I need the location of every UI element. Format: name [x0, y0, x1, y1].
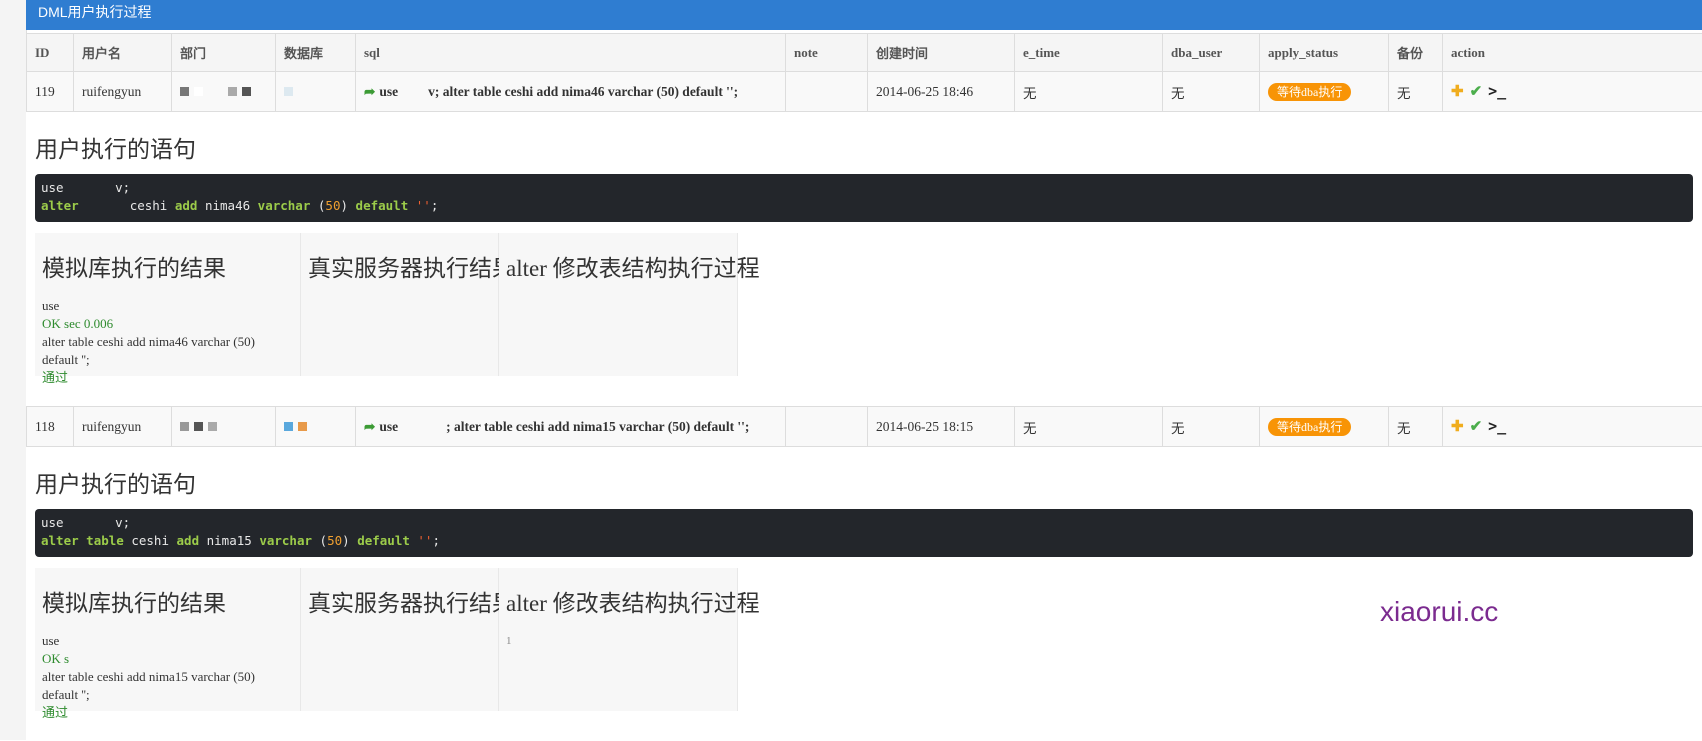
plus-icon[interactable]: ✚: [1451, 417, 1464, 436]
status-badge: 等待dba执行: [1268, 83, 1351, 101]
panel-title: 真实服务器执行结果: [308, 249, 491, 283]
left-sidebar: [0, 0, 27, 740]
col-action: action: [1443, 34, 1702, 72]
detail-heading: 用户执行的语句: [35, 465, 196, 499]
result-line: alter table ceshi add nima46 varchar (50…: [42, 333, 293, 369]
redacted-blocks: [284, 419, 312, 435]
row-status: 等待dba执行: [1260, 407, 1389, 447]
col-created: 创建时间: [868, 34, 1015, 72]
sim-result-panel: 模拟库执行的结果 use OK s alter table ceshi add …: [35, 568, 301, 711]
row-note: [786, 407, 868, 447]
row-etime: 无: [1015, 407, 1163, 447]
table-row[interactable]: 118 ruifengyun ➦use; alter table ceshi a…: [27, 407, 1702, 447]
row-created: 2014-06-25 18:46: [868, 72, 1015, 112]
result-line: use: [42, 632, 293, 650]
result-line: OK s: [42, 650, 293, 668]
col-sql: sql: [356, 34, 786, 72]
sql-code-block: use v; alter table ceshi add nima15 varc…: [35, 509, 1693, 557]
row-note: [786, 72, 868, 112]
row-created: 2014-06-25 18:15: [868, 407, 1015, 447]
dml-table: 118 ruifengyun ➦use; alter table ceshi a…: [26, 406, 1702, 447]
col-note: note: [786, 34, 868, 72]
alter-process-panel: alter 修改表结构执行过程: [499, 233, 738, 376]
result-panels: 模拟库执行的结果 use OK sec 0.006 alter table ce…: [35, 233, 738, 376]
col-apply-status: apply_status: [1260, 34, 1389, 72]
row-sql[interactable]: ➦use; alter table ceshi add nima15 varch…: [356, 407, 786, 447]
redo-arrow-icon: ➦: [364, 84, 375, 99]
redacted-blocks: [180, 84, 256, 100]
result-line: 通过: [42, 369, 293, 387]
table-row[interactable]: 119 ruifengyun ➦usev; alter table ceshi …: [27, 72, 1702, 112]
check-icon[interactable]: ✔: [1470, 417, 1483, 436]
check-icon[interactable]: ✔: [1470, 82, 1483, 101]
real-result-panel: 真实服务器执行结果: [301, 233, 499, 376]
detail-section: 用户执行的语句 use v; alter ceshi add nima46 va…: [26, 112, 1702, 406]
row-dba-user: 无: [1163, 407, 1260, 447]
row-dba-user: 无: [1163, 72, 1260, 112]
row-dept: [172, 407, 276, 447]
sim-result-panel: 模拟库执行的结果 use OK sec 0.006 alter table ce…: [35, 233, 301, 376]
row-action: ✚ ✔ >_: [1443, 72, 1702, 112]
row-backup: 无: [1389, 407, 1443, 447]
main-content: ID 用户名 部门 数据库 sql note 创建时间 e_time dba_u…: [26, 33, 1702, 741]
col-dept: 部门: [172, 34, 276, 72]
plus-icon[interactable]: ✚: [1451, 82, 1464, 101]
real-result-panel: 真实服务器执行结果: [301, 568, 499, 711]
sql-code-block: use v; alter ceshi add nima46 varchar (5…: [35, 174, 1693, 222]
panel-title: 模拟库执行的结果: [42, 249, 293, 283]
panel-title: 模拟库执行的结果: [42, 584, 293, 618]
panel-title: DML用户执行过程: [26, 0, 1702, 30]
row-status: 等待dba执行: [1260, 72, 1389, 112]
col-backup: 备份: [1389, 34, 1443, 72]
row-user: ruifengyun: [74, 72, 172, 112]
row-user: ruifengyun: [74, 407, 172, 447]
row-id: 119: [27, 72, 74, 112]
result-panels: 模拟库执行的结果 use OK s alter table ceshi add …: [35, 568, 738, 711]
col-db: 数据库: [276, 34, 356, 72]
col-dba-user: dba_user: [1163, 34, 1260, 72]
table-header: ID 用户名 部门 数据库 sql note 创建时间 e_time dba_u…: [27, 34, 1702, 72]
redacted-blocks: [284, 84, 298, 100]
redo-arrow-icon: ➦: [364, 419, 375, 434]
dml-table: ID 用户名 部门 数据库 sql note 创建时间 e_time dba_u…: [26, 33, 1702, 112]
col-etime: e_time: [1015, 34, 1163, 72]
result-line: OK sec 0.006: [42, 315, 293, 333]
status-badge: 等待dba执行: [1268, 418, 1351, 436]
row-db: [276, 72, 356, 112]
row-db: [276, 407, 356, 447]
panel-title: alter 修改表结构执行过程: [506, 249, 730, 283]
row-id: 118: [27, 407, 74, 447]
terminal-icon[interactable]: >_: [1488, 417, 1506, 435]
result-line: 1: [506, 632, 730, 650]
row-action: ✚ ✔ >_: [1443, 407, 1702, 447]
col-id: ID: [27, 34, 74, 72]
terminal-icon[interactable]: >_: [1488, 82, 1506, 100]
row-etime: 无: [1015, 72, 1163, 112]
watermark: xiaorui.cc: [1380, 596, 1498, 628]
row-backup: 无: [1389, 72, 1443, 112]
panel-title: alter 修改表结构执行过程: [506, 584, 730, 618]
result-line: 通过: [42, 704, 293, 722]
row-dept: [172, 72, 276, 112]
alter-process-panel: alter 修改表结构执行过程 1: [499, 568, 738, 711]
row-sql[interactable]: ➦usev; alter table ceshi add nima46 varc…: [356, 72, 786, 112]
panel-title: 真实服务器执行结果: [308, 584, 491, 618]
result-line: use: [42, 297, 293, 315]
detail-section: 用户执行的语句 use v; alter table ceshi add nim…: [26, 447, 1702, 741]
redacted-blocks: [180, 419, 222, 435]
col-user: 用户名: [74, 34, 172, 72]
detail-heading: 用户执行的语句: [35, 130, 196, 164]
result-line: alter table ceshi add nima15 varchar (50…: [42, 668, 293, 704]
